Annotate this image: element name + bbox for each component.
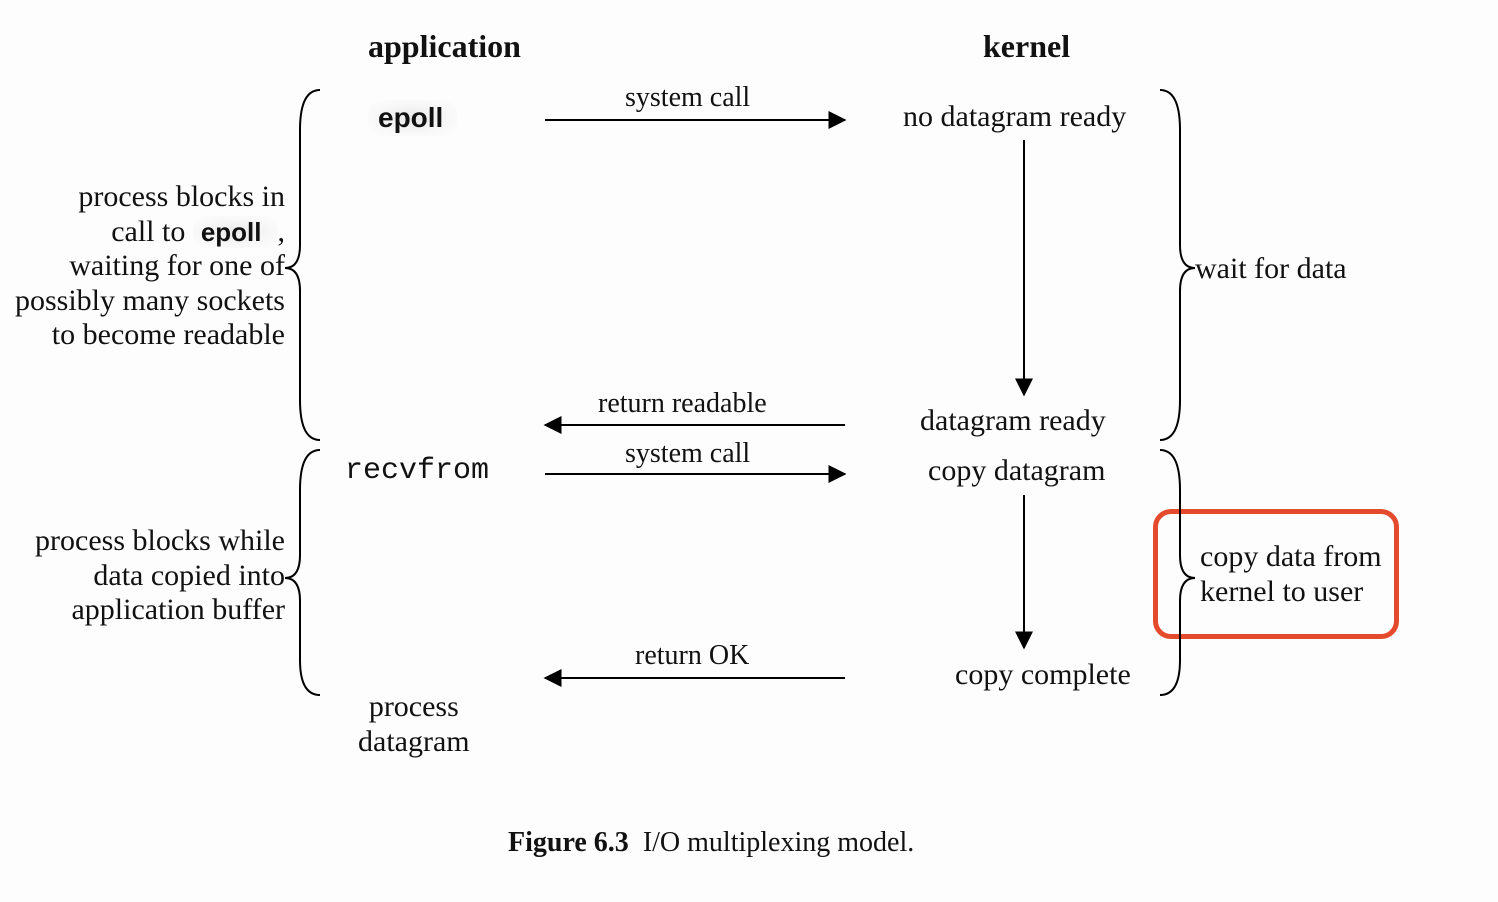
brace-left-1 — [285, 90, 320, 440]
diagram-svg — [0, 0, 1498, 902]
brace-right-1 — [1160, 90, 1195, 440]
diagram-canvas: application kernel epoll recvfrom proces… — [0, 0, 1498, 902]
brace-left-2 — [285, 450, 320, 695]
brace-right-2 — [1160, 450, 1195, 695]
